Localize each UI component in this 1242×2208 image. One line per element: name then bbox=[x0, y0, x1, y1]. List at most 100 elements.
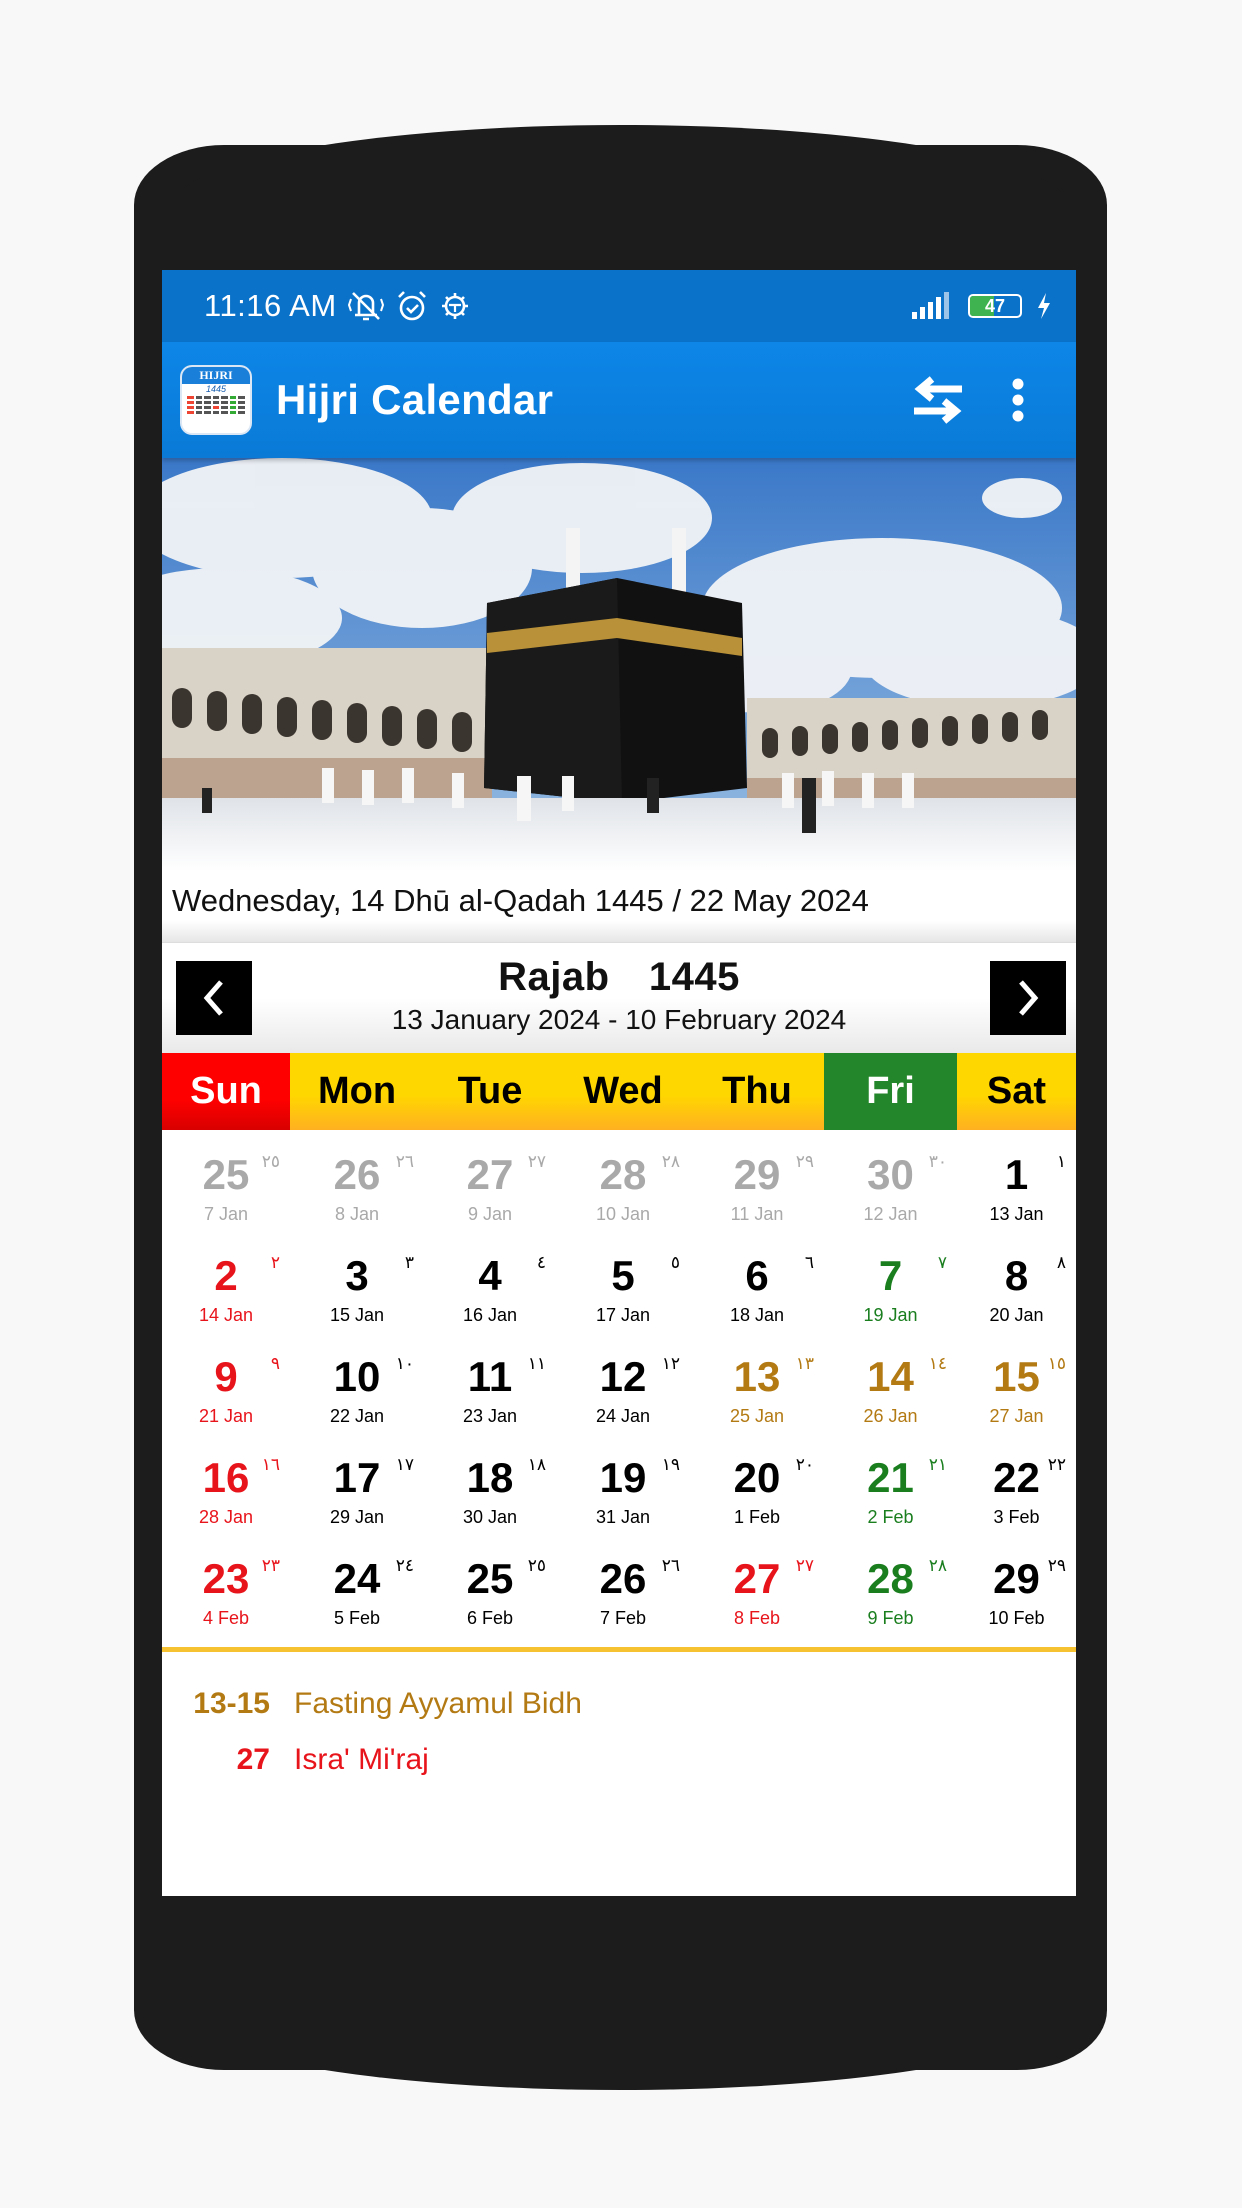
calendar-day[interactable]: 9 ٩ 21 Jan bbox=[162, 1344, 290, 1445]
arabic-day: ١٩ bbox=[661, 1455, 680, 1475]
calendar-day[interactable]: 21 ٢١ 2 Feb bbox=[824, 1445, 957, 1546]
calendar-day[interactable]: 1 ١ 13 Jan bbox=[957, 1142, 1076, 1243]
gregorian-date: 16 Jan bbox=[462, 1305, 518, 1325]
calendar-day[interactable]: 13 ١٣ 25 Jan bbox=[690, 1344, 824, 1445]
calendar-day[interactable]: 30 ٣٠ 12 Jan bbox=[824, 1142, 957, 1243]
calendar-day[interactable]: 5 ٥ 17 Jan bbox=[556, 1243, 690, 1344]
alarm-icon bbox=[395, 289, 429, 323]
weekday-fri: Fri bbox=[824, 1053, 957, 1130]
weekday-tue: Tue bbox=[424, 1053, 556, 1130]
weekday-mon: Mon bbox=[290, 1053, 424, 1130]
calendar-day[interactable]: 26 ٢٦ 8 Jan bbox=[290, 1142, 424, 1243]
calendar-day[interactable]: 16 ١٦ 28 Jan bbox=[162, 1445, 290, 1546]
arabic-day: ١٦ bbox=[261, 1455, 280, 1475]
weekday-sun: Sun bbox=[162, 1053, 290, 1130]
calendar-day[interactable]: 12 ١٢ 24 Jan bbox=[556, 1344, 690, 1445]
calendar-day[interactable]: 29 ٢٩ 10 Feb bbox=[957, 1546, 1076, 1647]
more-vert-icon bbox=[1012, 378, 1024, 422]
calendar-day[interactable]: 29 ٢٩ 11 Jan bbox=[690, 1142, 824, 1243]
arabic-day: ١ bbox=[1056, 1152, 1066, 1172]
calendar-day[interactable]: 27 ٢٧ 9 Jan bbox=[424, 1142, 556, 1243]
calendar-day[interactable]: 17 ١٧ 29 Jan bbox=[290, 1445, 424, 1546]
weekday-header: Sun Mon Tue Wed Thu Fri Sat bbox=[162, 1053, 1076, 1130]
calendar-day[interactable]: 2 ٢ 14 Jan bbox=[162, 1243, 290, 1344]
arabic-day: ٢٥ bbox=[261, 1152, 280, 1172]
app-screen: 11:16 AM 47 HIJRI 1445 Hijri Calendar We… bbox=[162, 270, 1076, 1896]
calendar-day[interactable]: 25 ٢٥ 7 Jan bbox=[162, 1142, 290, 1243]
event-days: 13-15 bbox=[193, 1687, 270, 1720]
calendar-day[interactable]: 8 ٨ 20 Jan bbox=[957, 1243, 1076, 1344]
kaaba-photo bbox=[162, 458, 1076, 871]
calendar-day[interactable]: 14 ١٤ 26 Jan bbox=[824, 1344, 957, 1445]
arabic-day: ٣ bbox=[404, 1253, 414, 1273]
calendar-day[interactable]: 23 ٢٣ 4 Feb bbox=[162, 1546, 290, 1647]
calendar-day[interactable]: 28 ٢٨ 10 Jan bbox=[556, 1142, 690, 1243]
arabic-day: ١٣ bbox=[795, 1354, 814, 1374]
arabic-day: ٢٠ bbox=[795, 1455, 814, 1475]
event-item[interactable]: 13-15 Fasting Ayyamul Bidh bbox=[162, 1676, 1076, 1732]
gregorian-date: 30 Jan bbox=[462, 1507, 518, 1527]
weekday-sat: Sat bbox=[957, 1053, 1076, 1130]
calendar-day[interactable]: 24 ٢٤ 5 Feb bbox=[290, 1546, 424, 1647]
calendar-day[interactable]: 22 ٢٢ 3 Feb bbox=[957, 1445, 1076, 1546]
event-item[interactable]: 27 Isra' Mi'raj bbox=[162, 1732, 1076, 1788]
swap-button[interactable] bbox=[898, 360, 978, 440]
gregorian-date: 31 Jan bbox=[595, 1507, 651, 1527]
vibrate-off-icon bbox=[347, 289, 385, 323]
calendar-day[interactable]: 4 ٤ 16 Jan bbox=[424, 1243, 556, 1344]
calendar-day[interactable]: 18 ١٨ 30 Jan bbox=[424, 1445, 556, 1546]
calendar-day[interactable]: 28 ٢٨ 9 Feb bbox=[824, 1546, 957, 1647]
calendar-day[interactable]: 19 ١٩ 31 Jan bbox=[556, 1445, 690, 1546]
arabic-day: ٨ bbox=[1056, 1253, 1066, 1273]
calendar-day[interactable]: 25 ٢٥ 6 Feb bbox=[424, 1546, 556, 1647]
arabic-day: ١٧ bbox=[395, 1455, 414, 1475]
battery-icon: 47 bbox=[968, 294, 1022, 318]
gregorian-date: 12 Jan bbox=[863, 1204, 918, 1224]
calendar-day[interactable]: 15 ١٥ 27 Jan bbox=[957, 1344, 1076, 1445]
gregorian-date: 20 Jan bbox=[989, 1305, 1044, 1325]
previous-month-button[interactable] bbox=[176, 961, 252, 1035]
arabic-day: ٢٩ bbox=[795, 1152, 814, 1172]
signal-icon bbox=[910, 292, 954, 320]
gregorian-date: 25 Jan bbox=[729, 1406, 785, 1426]
arabic-day: ٢٩ bbox=[1047, 1556, 1066, 1576]
more-options-button[interactable] bbox=[978, 360, 1058, 440]
android-debug-icon bbox=[439, 290, 471, 322]
calendar-day[interactable]: 6 ٦ 18 Jan bbox=[690, 1243, 824, 1344]
calendar-day[interactable]: 26 ٢٦ 7 Feb bbox=[556, 1546, 690, 1647]
gregorian-date: 21 Jan bbox=[198, 1406, 254, 1426]
gregorian-date: 22 Jan bbox=[329, 1406, 385, 1426]
arabic-day: ٣٠ bbox=[928, 1152, 947, 1172]
calendar-day[interactable]: 10 ١٠ 22 Jan bbox=[290, 1344, 424, 1445]
gregorian-date: 28 Jan bbox=[198, 1507, 254, 1527]
month-title: Rajab 1445 bbox=[498, 955, 740, 999]
gregorian-date: 19 Jan bbox=[863, 1305, 918, 1325]
calendar-day[interactable]: 20 ٢٠ 1 Feb bbox=[690, 1445, 824, 1546]
arabic-day: ٢٦ bbox=[395, 1152, 414, 1172]
arabic-day: ٦ bbox=[804, 1253, 814, 1273]
gregorian-date: 26 Jan bbox=[863, 1406, 918, 1426]
gregorian-date: 27 Jan bbox=[989, 1406, 1044, 1426]
gregorian-date: 9 Jan bbox=[467, 1204, 513, 1224]
gregorian-date: 23 Jan bbox=[462, 1406, 518, 1426]
calendar-day[interactable]: 27 ٢٧ 8 Feb bbox=[690, 1546, 824, 1647]
arabic-day: ٢٦ bbox=[661, 1556, 680, 1576]
next-month-button[interactable] bbox=[990, 961, 1066, 1035]
weekday-thu: Thu bbox=[690, 1053, 824, 1130]
app-logo-label: HIJRI bbox=[182, 367, 250, 384]
app-bar: HIJRI 1445 Hijri Calendar bbox=[162, 342, 1076, 458]
event-name: Isra' Mi'raj bbox=[294, 1743, 429, 1776]
gregorian-date: 10 Jan bbox=[595, 1204, 651, 1224]
arabic-day: ١٥ bbox=[1047, 1354, 1066, 1374]
calendar-day[interactable]: 7 ٧ 19 Jan bbox=[824, 1243, 957, 1344]
gregorian-date: 13 Jan bbox=[989, 1204, 1044, 1224]
calendar-day[interactable]: 11 ١١ 23 Jan bbox=[424, 1344, 556, 1445]
arabic-day: ٤ bbox=[536, 1253, 546, 1273]
calendar-day[interactable]: 3 ٣ 15 Jan bbox=[290, 1243, 424, 1344]
arabic-day: ١٤ bbox=[928, 1354, 947, 1374]
app-title: Hijri Calendar bbox=[276, 376, 554, 423]
gregorian-date: 2 Feb bbox=[867, 1507, 914, 1527]
arabic-day: ٢٣ bbox=[261, 1556, 280, 1576]
gregorian-date: 18 Jan bbox=[729, 1305, 785, 1325]
arabic-day: ٢ bbox=[270, 1253, 280, 1273]
